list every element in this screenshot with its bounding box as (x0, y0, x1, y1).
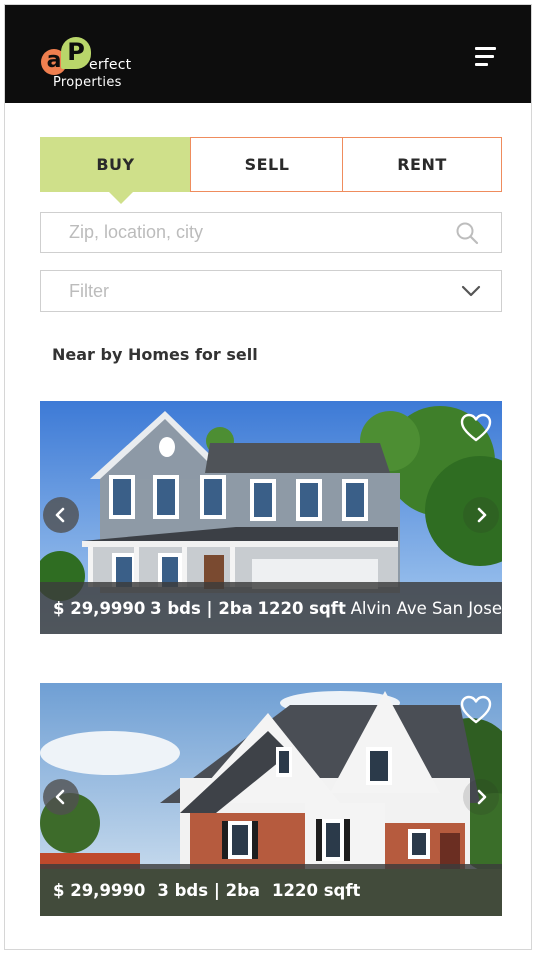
listing-info-bar: $ 29,9990 3 bds | 2ba 1220 sqft Alvin Av… (40, 582, 502, 634)
listing-card[interactable]: $ 29,9990 3 bds | 2ba 1220 sqft Alvin Av… (40, 401, 502, 634)
chevron-down-icon (461, 285, 481, 297)
listing-beds: 3 bds (150, 598, 201, 618)
listing-separator: | (213, 880, 220, 900)
carousel-prev-button[interactable] (43, 497, 79, 533)
search-box (40, 212, 502, 253)
listing-beds: 3 bds (157, 880, 209, 900)
hamburger-menu-icon[interactable] (473, 45, 499, 69)
carousel-next-button[interactable] (463, 779, 499, 815)
heart-outline-icon[interactable] (460, 695, 492, 725)
search-icon[interactable] (455, 221, 479, 245)
listing-card[interactable]: $ 29,9990 3 bds | 2ba 1220 sqft (40, 683, 502, 916)
chevron-right-icon (477, 789, 487, 805)
listing-area: 1220 sqft (272, 880, 361, 900)
transaction-tabs: BUY SELL RENT (40, 137, 502, 204)
active-tab-pointer (109, 192, 133, 204)
chevron-right-icon (477, 507, 487, 523)
tab-buy[interactable]: BUY (40, 137, 191, 192)
listing-info-bar: $ 29,9990 3 bds | 2ba 1220 sqft (40, 864, 502, 916)
carousel-prev-button[interactable] (43, 779, 79, 815)
listing-separator: | (206, 598, 213, 618)
search-input[interactable] (41, 213, 441, 252)
heart-outline-icon[interactable] (460, 413, 492, 443)
chevron-left-icon (55, 789, 65, 805)
logo-text-perfect: erfect (89, 57, 132, 73)
top-header: a P erfect Properties (5, 5, 531, 103)
section-title: Near by Homes for sell (52, 345, 258, 364)
filter-label: Filter (69, 281, 109, 301)
listing-address: Alvin Ave San Jose (350, 598, 502, 618)
logo-text-properties: Properties (53, 75, 122, 90)
listing-area: 1220 sqft (257, 598, 346, 618)
tab-sell[interactable]: SELL (190, 137, 344, 192)
chevron-left-icon (55, 507, 65, 523)
listing-baths: 2ba (225, 880, 261, 900)
listing-price: $ 29,9990 (53, 598, 146, 618)
listing-price: $ 29,9990 (53, 880, 146, 900)
carousel-next-button[interactable] (463, 497, 499, 533)
app-frame: a P erfect Properties BUY SELL RENT Filt… (4, 4, 532, 950)
filter-dropdown[interactable]: Filter (40, 270, 502, 312)
listing-baths: 2ba (218, 598, 253, 618)
tab-rent[interactable]: RENT (342, 137, 502, 192)
brand-logo[interactable]: a P erfect Properties (41, 35, 151, 95)
logo-letter-p: P (61, 37, 91, 69)
